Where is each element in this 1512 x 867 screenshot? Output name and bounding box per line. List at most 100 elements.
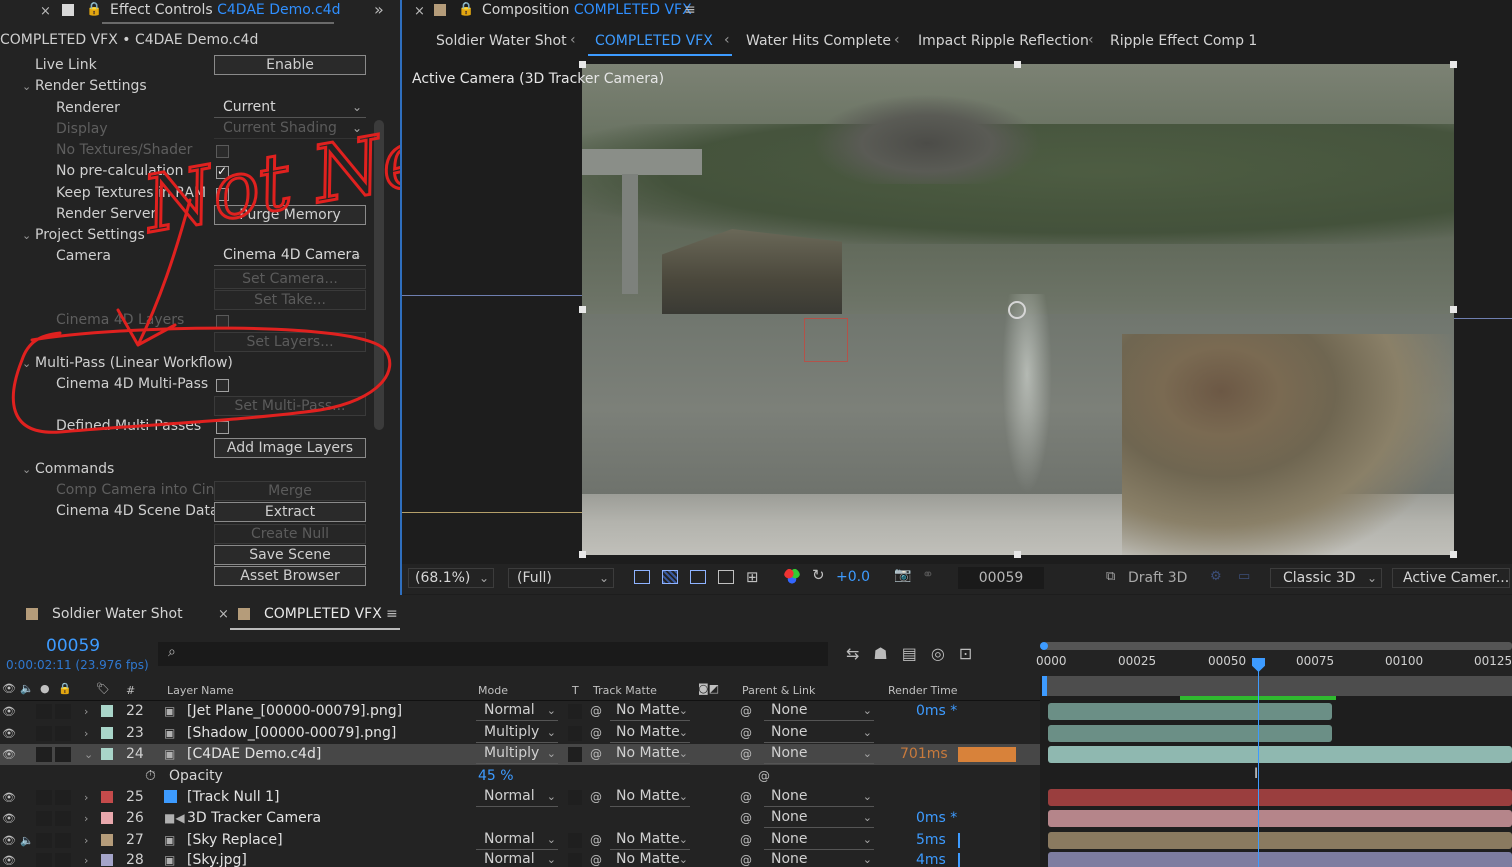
twirl-icon[interactable]: › xyxy=(84,830,88,851)
layer-duration-bar[interactable] xyxy=(1048,746,1512,763)
exposure-value[interactable]: +0.0 xyxy=(836,569,870,585)
table-row[interactable]: 👁 › 23 ▣ [Shadow_[00000-00079].png] Multiply ⌄… xyxy=(0,723,1040,744)
solo-box[interactable] xyxy=(36,726,52,741)
mode-dropdown[interactable]: Multiply ⌄ xyxy=(476,723,558,743)
playhead-line[interactable] xyxy=(1258,662,1259,867)
ground-plane-icon[interactable]: ▭ xyxy=(1238,569,1250,584)
header-render-time[interactable]: Render Time xyxy=(888,684,958,697)
table-row[interactable]: 👁 ⌄ 24 ▣ [C4DAE Demo.c4d] Multiply ⌄ @ No Matte ⌄… xyxy=(0,744,1040,765)
handle-tm[interactable] xyxy=(1014,61,1021,68)
lock-box[interactable] xyxy=(55,747,71,762)
fast-preview-icon[interactable] xyxy=(634,570,650,584)
layer-duration-bar[interactable] xyxy=(1048,789,1512,806)
parent-dropdown[interactable]: None ⌄ xyxy=(764,787,874,807)
menu-icon[interactable]: ≡ xyxy=(386,606,398,622)
label-tag-icon[interactable]: 🏷 xyxy=(96,682,110,695)
lock-box[interactable] xyxy=(55,853,71,867)
layer-name[interactable]: 3D Tracker Camera xyxy=(187,808,321,829)
t-box[interactable] xyxy=(568,747,582,762)
eye-icon[interactable]: 👁 xyxy=(2,701,16,722)
parent-pickwhip-icon[interactable]: @ xyxy=(740,723,752,744)
solo-box[interactable] xyxy=(36,811,52,826)
label-color-swatch[interactable] xyxy=(101,854,113,866)
eye-icon[interactable]: 👁 xyxy=(2,808,16,829)
label-color-swatch[interactable] xyxy=(101,791,113,803)
nav-impact-ripple[interactable]: Impact Ripple Reflection xyxy=(918,33,1089,49)
lock-icon[interactable]: 🔒 xyxy=(458,2,474,17)
header-mode[interactable]: Mode xyxy=(478,684,508,697)
opacity-value[interactable]: 45 % xyxy=(478,766,514,787)
current-timecode[interactable]: 00059 xyxy=(46,636,100,656)
nav-soldier-water-shot[interactable]: Soldier Water Shot xyxy=(436,33,567,49)
header-track-matte[interactable]: Track Matte xyxy=(593,684,657,697)
crosshair-icon[interactable] xyxy=(1008,301,1026,319)
track-matte-dropdown[interactable]: No Matte ⌄ xyxy=(610,830,690,850)
pickwhip-icon[interactable]: @ xyxy=(590,830,602,851)
frame-blend-icon[interactable]: ▤ xyxy=(902,644,931,663)
parent-pickwhip-icon[interactable]: @ xyxy=(740,830,752,851)
comp-flowchart-icon[interactable]: ⇆ xyxy=(846,644,873,663)
mode-dropdown[interactable]: Normal ⌄ xyxy=(476,830,558,850)
audio-icon[interactable]: 🔈 xyxy=(20,830,34,851)
layer-name[interactable]: [Track Null 1] xyxy=(187,787,280,808)
parent-dropdown[interactable]: None ⌄ xyxy=(764,830,874,850)
solo-box[interactable] xyxy=(36,704,52,719)
lock-icon[interactable]: 🔒 xyxy=(58,682,72,695)
time-ruler[interactable]: 0000 00025 00050 00075 00100 00125 xyxy=(1036,638,1512,676)
track-matte-dropdown[interactable]: No Matte ⌄ xyxy=(610,723,690,743)
t-box[interactable] xyxy=(568,833,582,848)
parent-dropdown[interactable]: None ⌄ xyxy=(764,723,874,743)
property-pickwhip-icon[interactable]: @ xyxy=(758,766,770,787)
snapshot-icon[interactable]: 📷 xyxy=(894,567,911,583)
mode-dropdown[interactable]: Normal ⌄ xyxy=(476,787,558,807)
label-color-swatch[interactable] xyxy=(101,727,113,739)
pickwhip-icon[interactable]: @ xyxy=(590,850,602,867)
work-area-start[interactable] xyxy=(1040,642,1048,650)
lock-box[interactable] xyxy=(55,726,71,741)
parent-dropdown[interactable]: None ⌄ xyxy=(764,808,874,828)
motion-blur-icon[interactable]: ◎ xyxy=(931,644,959,663)
parent-pickwhip-icon[interactable]: @ xyxy=(740,744,752,765)
eye-icon[interactable]: 👁 xyxy=(2,830,16,851)
solo-box[interactable] xyxy=(36,747,52,762)
t-box[interactable] xyxy=(568,726,582,741)
label-color-swatch[interactable] xyxy=(101,834,113,846)
parent-pickwhip-icon[interactable]: @ xyxy=(740,850,752,867)
solo-icon[interactable]: ● xyxy=(40,682,50,695)
track-matte-dropdown[interactable]: No Matte ⌄ xyxy=(610,701,690,721)
frame-field[interactable]: 00059 xyxy=(958,567,1044,589)
track-matte-dropdown[interactable]: No Matte ⌄ xyxy=(610,744,690,764)
resolution-dropdown[interactable]: (Full) ⌄ xyxy=(508,568,614,588)
handle-tr[interactable] xyxy=(1450,61,1457,68)
twirl-icon[interactable]: › xyxy=(84,701,88,722)
handle-tl[interactable] xyxy=(579,61,586,68)
track-matte-dropdown[interactable]: No Matte ⌄ xyxy=(610,787,690,807)
twirl-icon[interactable]: › xyxy=(84,850,88,867)
nav-completed-vfx[interactable]: COMPLETED VFX xyxy=(595,33,713,49)
pickwhip-icon[interactable]: @ xyxy=(590,701,602,722)
label-color-swatch[interactable] xyxy=(101,812,113,824)
handle-bm[interactable] xyxy=(1014,551,1021,558)
solo-box[interactable] xyxy=(36,833,52,848)
parent-pickwhip-icon[interactable]: @ xyxy=(740,787,752,808)
t-box[interactable] xyxy=(568,853,582,867)
track-matte-dropdown[interactable]: No Matte ⌄ xyxy=(610,850,690,867)
viewport-frame[interactable] xyxy=(582,64,1454,555)
mode-dropdown[interactable]: Normal ⌄ xyxy=(476,850,558,867)
lock-box[interactable] xyxy=(55,704,71,719)
parent-dropdown[interactable]: None ⌄ xyxy=(764,701,874,721)
eye-icon[interactable]: 👁 xyxy=(2,744,16,765)
table-row[interactable]: ⏱ Opacity 45 % @ xyxy=(0,766,1040,787)
table-row[interactable]: 👁 › 22 ▣ [Jet Plane_[00000-00079].png] Normal… xyxy=(0,701,1040,722)
grid-icon[interactable]: ⊞ xyxy=(746,568,759,586)
parent-pickwhip-icon[interactable]: @ xyxy=(740,701,752,722)
shy-icon[interactable]: ☗ xyxy=(873,644,901,663)
handle-br[interactable] xyxy=(1450,551,1457,558)
handle-mr[interactable] xyxy=(1450,306,1457,313)
header-parent[interactable]: Parent & Link xyxy=(742,684,815,697)
twirl-icon[interactable]: › xyxy=(84,787,88,808)
t-box[interactable] xyxy=(568,704,582,719)
nav-water-hits[interactable]: Water Hits Complete xyxy=(746,33,891,49)
timeline-tab-soldier[interactable]: Soldier Water Shot xyxy=(52,606,183,622)
mode-dropdown[interactable]: Normal ⌄ xyxy=(476,701,558,721)
